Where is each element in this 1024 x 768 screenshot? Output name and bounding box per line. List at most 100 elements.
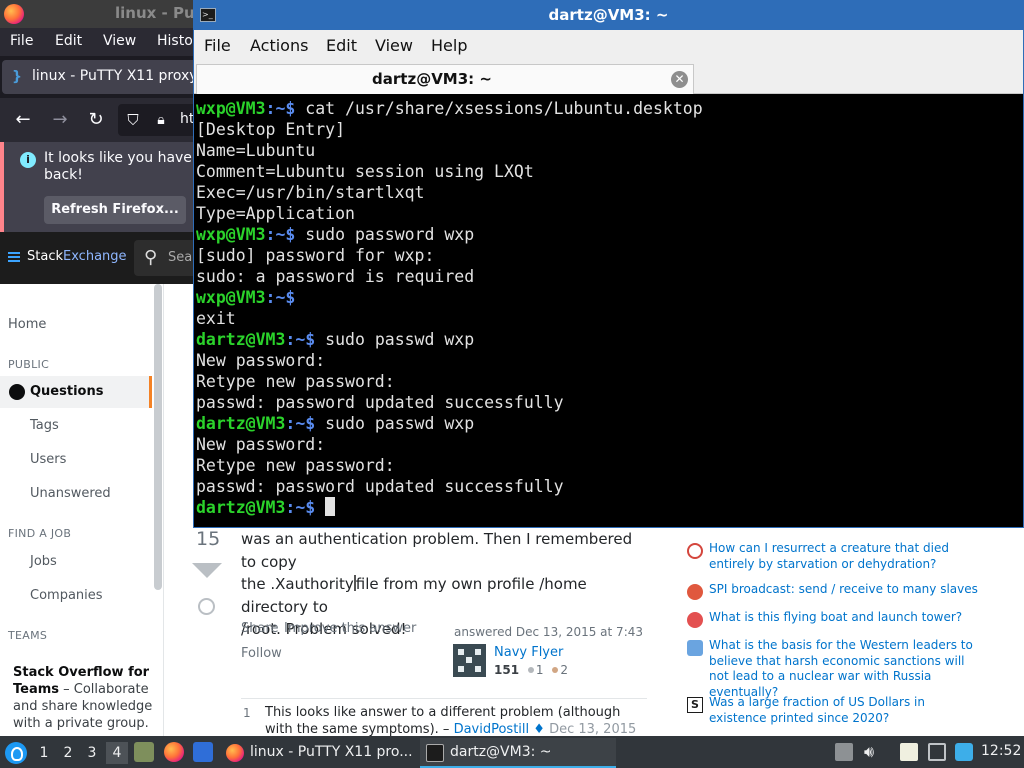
prompt-path: :~$ <box>285 498 316 517</box>
start-menu-icon[interactable] <box>5 742 27 764</box>
url-bar[interactable]: ⛉ 🔒︎ ht <box>118 104 200 136</box>
terminal-line: New password: <box>196 351 326 370</box>
terminal-tab-label: dartz@VM3: ~ <box>372 70 492 88</box>
firefox-launcher-icon[interactable] <box>164 742 184 762</box>
terminal-window: >_ dartz@VM3: ~ File Actions Edit View H… <box>193 0 1024 528</box>
follow-link[interactable]: Follow <box>241 646 282 661</box>
terminal-line: [Desktop Entry] <box>196 120 346 139</box>
terminal-line: dartz@VM3:~$ sudo passwd wxp <box>196 329 1023 350</box>
hot-question-link[interactable]: Was a large fraction of US Dollars in ex… <box>709 695 984 726</box>
show-desktop-icon[interactable] <box>193 742 213 762</box>
comment-author[interactable]: DavidPostill <box>454 722 530 737</box>
nav-jobs[interactable]: Jobs <box>30 554 57 569</box>
politics-icon <box>687 640 703 656</box>
firefox-icon <box>4 4 24 24</box>
volume-icon[interactable]: 🔊︎ <box>864 743 882 761</box>
workspace-4[interactable]: 4 <box>106 742 128 764</box>
menu-help[interactable]: Help <box>431 36 467 55</box>
nav-home[interactable]: Home <box>8 317 46 332</box>
task-terminal-label: dartz@VM3: ~ <box>450 744 552 760</box>
prompt-path: :~$ <box>265 288 296 307</box>
file-manager-icon[interactable] <box>134 742 154 762</box>
hot-question-link[interactable]: How can I resurrect a creature that died… <box>709 541 984 572</box>
comment-divider <box>241 698 647 699</box>
workspace-3[interactable]: 3 <box>81 742 103 764</box>
nav-heading-public: PUBLIC <box>8 358 50 371</box>
stackexchange-logo[interactable]: StackExchange <box>27 249 127 264</box>
firefox-icon <box>226 744 244 762</box>
menu-view[interactable]: View <box>103 33 136 49</box>
terminal-output[interactable]: wxp@VM3:~$ cat /usr/share/xsessions/Lubu… <box>194 95 1023 527</box>
nav-tags[interactable]: Tags <box>30 418 59 433</box>
downvote-icon[interactable] <box>192 563 222 578</box>
answer-user-name[interactable]: Navy Flyer <box>494 645 563 660</box>
menu-edit[interactable]: Edit <box>326 36 357 55</box>
reload-icon[interactable]: ↻ <box>85 109 107 131</box>
hot-question-link[interactable]: What is this flying boat and launch towe… <box>709 610 984 626</box>
nav-heading-find-job: FIND A JOB <box>8 527 72 540</box>
hot-question-link[interactable]: What is the basis for the Western leader… <box>709 638 984 700</box>
menu-actions[interactable]: Actions <box>250 36 308 55</box>
terminal-line: New password: <box>196 435 326 454</box>
teams-promo: Stack Overflow for Teams – Collaborate a… <box>13 664 153 732</box>
notice-line-1: It looks like you haven <box>44 150 201 166</box>
task-terminal[interactable]: dartz@VM3: ~ <box>420 738 616 768</box>
prompt-path: :~$ <box>265 99 296 118</box>
terminal-icon <box>426 744 444 762</box>
search-placeholder: Sea <box>168 250 193 265</box>
back-icon[interactable]: ← <box>12 109 34 131</box>
shield-icon[interactable]: ⛉ <box>122 109 144 131</box>
answer-line-2: the .Xauthority file from my own profile … <box>241 573 641 618</box>
command-text <box>315 498 325 517</box>
menu-file[interactable]: File <box>204 36 231 55</box>
workspace-2[interactable]: 2 <box>57 742 79 764</box>
improve-answer-link[interactable]: Improve this answer <box>284 621 416 636</box>
left-sidebar: Home PUBLIC Questions Tags Users Unanswe… <box>0 284 164 736</box>
terminal-titlebar[interactable]: >_ dartz@VM3: ~ <box>194 1 1023 30</box>
close-icon[interactable]: ✕ <box>671 71 688 88</box>
electronics-icon <box>687 584 703 600</box>
history-icon[interactable] <box>198 598 215 615</box>
site-search[interactable]: ⚲ Sea <box>134 240 200 276</box>
command-text: sudo passwd wxp <box>315 330 475 349</box>
menu-edit[interactable]: Edit <box>55 33 82 49</box>
sidebar-scrollbar[interactable] <box>154 284 162 590</box>
prompt-path: :~$ <box>285 414 316 433</box>
bronze-badge-icon <box>552 667 559 673</box>
desktop: linux - Pu File Edit View Histo } linux … <box>0 0 1024 768</box>
nav-unanswered[interactable]: Unanswered <box>30 486 111 501</box>
lock-icon[interactable]: 🔒︎ <box>150 109 172 131</box>
update-icon[interactable] <box>955 743 973 761</box>
browser-tab[interactable]: } linux - PuTTY X11 proxy <box>2 60 200 94</box>
menu-view[interactable]: View <box>375 36 413 55</box>
terminal-line: Name=Lubuntu <box>196 141 316 160</box>
share-link[interactable]: Share <box>241 621 279 636</box>
notes-icon[interactable] <box>900 743 918 761</box>
prompt-user: wxp@VM3 <box>196 99 266 118</box>
hot-question-link[interactable]: SPI broadcast: send / receive to many sl… <box>709 582 984 598</box>
menu-history[interactable]: Histo <box>157 33 193 49</box>
menu-file[interactable]: File <box>10 33 33 49</box>
clipboard-icon[interactable] <box>835 743 853 761</box>
network-icon[interactable] <box>928 743 946 761</box>
task-firefox[interactable]: linux - PuTTY X11 pro... <box>220 738 416 768</box>
workspace-1[interactable]: 1 <box>33 742 55 764</box>
putty-icon: } <box>12 69 22 85</box>
stackexchange-logo-icon <box>8 252 20 264</box>
refresh-firefox-button[interactable]: Refresh Firefox... <box>44 196 186 224</box>
terminal-line: exit <box>196 309 236 328</box>
nav-companies[interactable]: Companies <box>30 588 103 603</box>
nav-questions[interactable]: Questions <box>30 384 103 399</box>
answer-line-2a: the .Xauthority <box>241 575 354 593</box>
terminal-line: wxp@VM3:~$ sudo password wxp <box>196 224 1023 245</box>
info-icon: i <box>20 152 36 168</box>
forward-icon[interactable]: → <box>49 109 71 131</box>
prompt-user: dartz@VM3 <box>196 498 286 517</box>
terminal-tab[interactable]: dartz@VM3: ~ ✕ <box>196 64 694 94</box>
firefox-tabstrip: } linux - PuTTY X11 proxy <box>0 56 200 98</box>
nav-users[interactable]: Users <box>30 452 66 467</box>
logo-main: Stack <box>27 249 63 264</box>
silver-count: 1 <box>535 663 544 677</box>
avatar[interactable] <box>453 644 486 677</box>
terminal-line: sudo: a password is required <box>196 267 475 286</box>
